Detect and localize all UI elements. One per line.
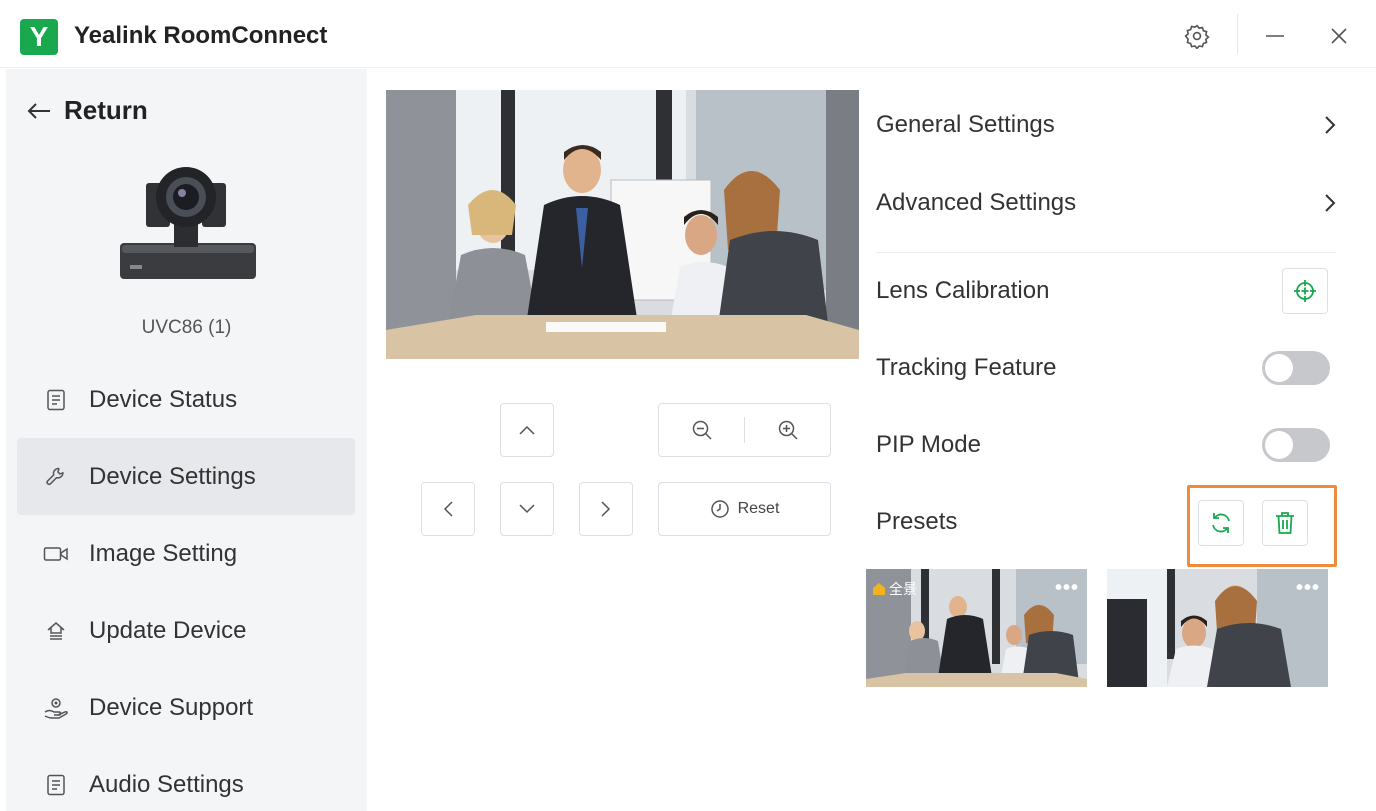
preset-label: 全景 [872,579,917,599]
home-preset-icon [873,583,885,595]
refresh-icon [1212,513,1230,533]
chevron-up-icon [519,425,535,435]
meeting-scene-image [386,90,859,359]
more-options-icon[interactable]: ••• [1296,577,1320,600]
zoom-out-icon [692,420,712,440]
preset-image [1107,569,1328,687]
camera-preview [386,90,859,359]
presets-label: Presets [876,508,958,535]
support-icon [43,695,69,721]
general-settings-label: General Settings [876,111,1055,138]
settings-gear-icon[interactable] [1179,18,1215,54]
sidebar-item-device-settings[interactable]: Device Settings [17,438,355,515]
arrow-left-icon [27,102,50,119]
advanced-settings-row[interactable]: Advanced Settings [876,183,1336,223]
zoom-control [658,403,831,457]
close-icon[interactable] [1321,18,1357,54]
sidebar-item-device-status[interactable]: Device Status [17,361,355,438]
sidebar-item-label: Device Status [89,385,238,413]
upload-icon [43,618,69,644]
wrench-icon [43,464,69,490]
sidebar-item-image-setting[interactable]: Image Setting [17,515,355,592]
chevron-down-icon [519,504,535,514]
crosshair-icon [1294,280,1316,302]
trash-icon [1276,512,1294,534]
sidebar-item-label: Audio Settings [89,770,244,798]
delete-presets-button[interactable] [1262,500,1308,546]
zoom-in-icon [778,420,798,440]
sidebar-item-label: Update Device [89,616,247,644]
pan-down-button[interactable] [500,482,554,536]
preset-thumbnail[interactable]: ••• [1107,569,1328,687]
lens-calibration-row: Lens Calibration [876,268,1328,314]
document-icon [43,387,69,413]
sidebar-item-label: Image Setting [89,539,238,567]
more-options-icon[interactable]: ••• [1055,577,1079,600]
pan-up-button[interactable] [500,403,554,457]
preset-name: 全景 [889,581,917,597]
camera-device-image [120,167,256,279]
chevron-left-icon [443,501,453,517]
video-camera-icon [43,541,69,567]
device-name: UVC86 (1) [141,317,232,338]
minimize-icon[interactable] [1257,18,1293,54]
sidebar-item-device-support[interactable]: Device Support [17,669,355,746]
zoom-out-button[interactable] [659,404,744,456]
pip-mode-row: PIP Mode [876,425,1330,465]
return-button[interactable]: Return [26,95,148,126]
general-settings-row[interactable]: General Settings [876,105,1336,145]
reset-label: Reset [737,500,780,517]
tracking-feature-row: Tracking Feature [876,348,1330,388]
pip-mode-toggle[interactable] [1262,428,1330,462]
document-icon [43,772,69,798]
tracking-feature-label: Tracking Feature [876,354,1057,381]
presets-row: Presets [876,502,1076,542]
reset-icon [710,500,729,518]
tracking-feature-toggle[interactable] [1262,351,1330,385]
settings-divider [876,252,1336,253]
pip-mode-label: PIP Mode [876,431,981,458]
chevron-right-icon [601,501,611,517]
pan-left-button[interactable] [421,482,475,536]
refresh-presets-button[interactable] [1198,500,1244,546]
sidebar-item-audio-settings[interactable]: Audio Settings [17,746,355,811]
sidebar-item-update-device[interactable]: Update Device [17,592,355,669]
return-label: Return [64,95,148,125]
zoom-in-button[interactable] [745,404,830,456]
reset-button[interactable]: Reset [658,482,831,536]
sidebar: Return UVC86 (1) Device Status Device Se… [6,69,367,811]
chevron-right-icon [1325,116,1336,134]
app-title: Yealink RoomConnect [74,22,328,49]
lens-calibration-label: Lens Calibration [876,277,1050,304]
preset-thumbnail[interactable]: 全景 ••• [866,569,1087,687]
titlebar-separator [1237,14,1238,54]
lens-calibration-button[interactable] [1282,268,1328,314]
sidebar-item-label: Device Settings [89,462,256,490]
advanced-settings-label: Advanced Settings [876,189,1077,216]
title-bar: Y Yealink RoomConnect [0,0,1376,68]
sidebar-item-label: Device Support [89,693,254,721]
chevron-right-icon [1325,194,1336,212]
app-logo: Y [20,19,58,55]
pan-right-button[interactable] [579,482,633,536]
